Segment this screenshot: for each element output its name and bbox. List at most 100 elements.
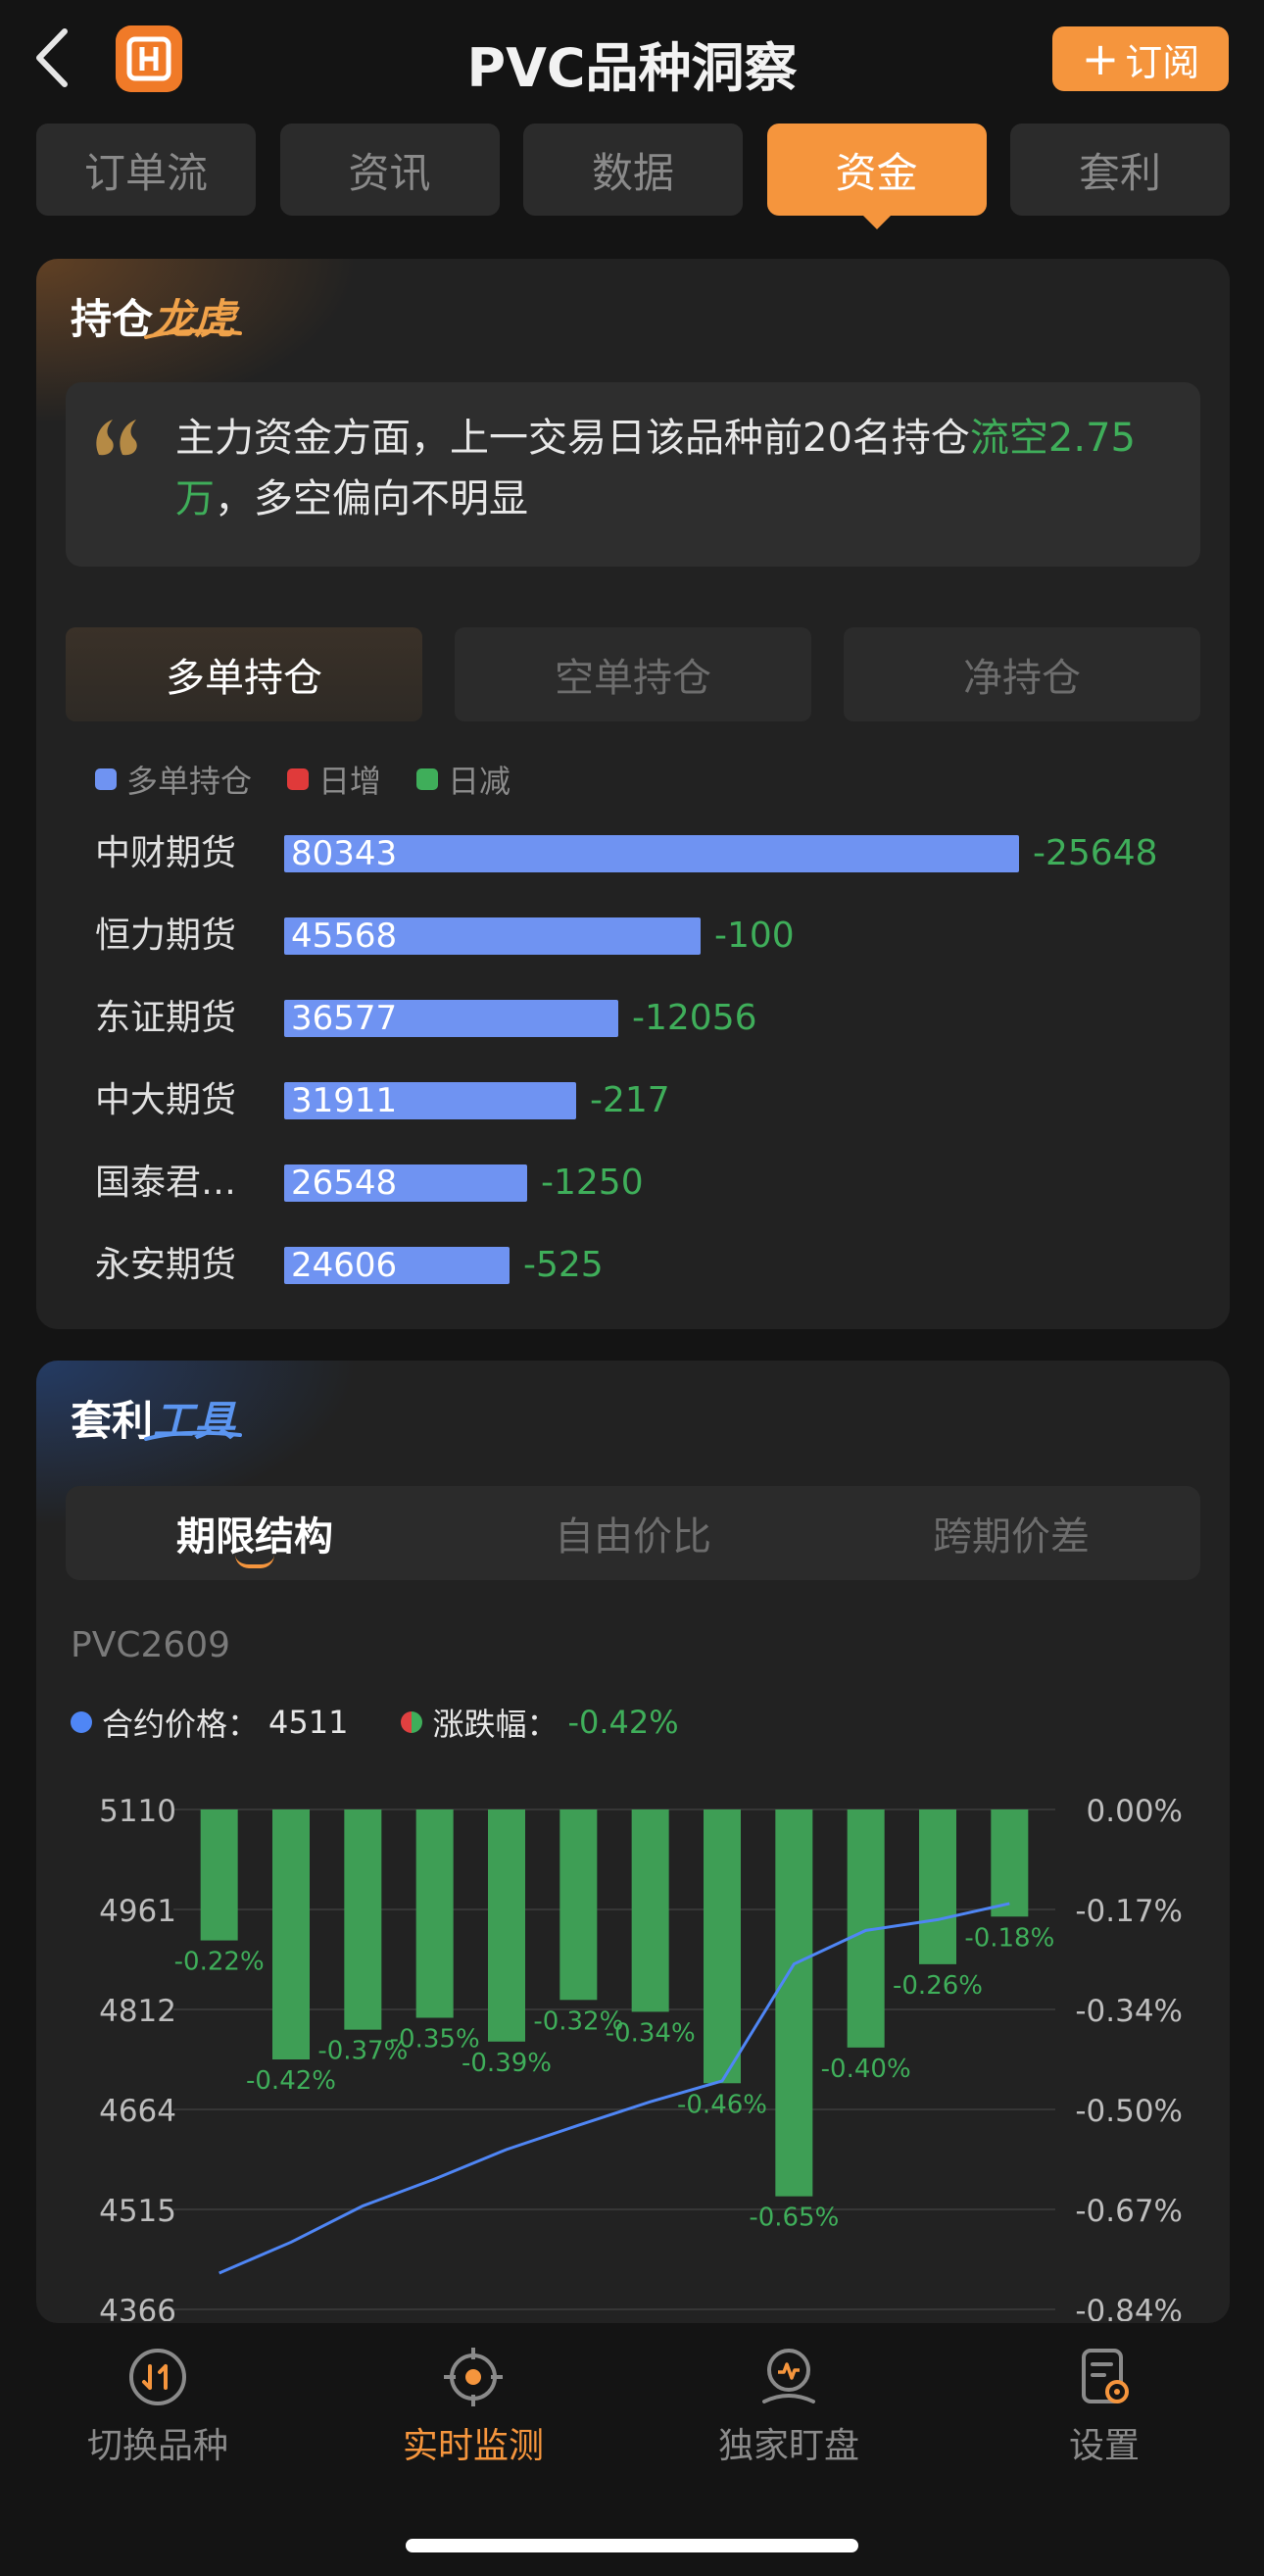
y-right-tick: -0.67% (1075, 2194, 1183, 2229)
position-subtabs: 多单持仓 空单持仓 净持仓 (66, 627, 1200, 721)
broker-name: 国泰君… (95, 1163, 237, 1203)
subscribe-button[interactable]: + 订阅 (1052, 26, 1229, 91)
fund-summary-box: 主力资金方面，上一交易日该品种前20名持仓流空2.75万，多空偏向不明显 (66, 382, 1200, 567)
position-row: 中财期货 80343 -25648 (95, 829, 1212, 878)
y-left-tick: 4366 (99, 2294, 176, 2321)
nav-settings[interactable]: 设置 (947, 2333, 1262, 2490)
term-bar (415, 1809, 454, 2018)
monitor-icon (762, 2349, 815, 2403)
nav-exclusive-watch[interactable]: 独家盯盘 (631, 2333, 947, 2490)
nav-switch-product[interactable]: 切换品种 (0, 2333, 316, 2490)
change-value: -0.42% (567, 1704, 679, 1741)
term-bar (559, 1809, 598, 2001)
subtab-long-positions[interactable]: 多单持仓 (66, 627, 422, 721)
quote-icon (96, 420, 137, 456)
position-value: 24606 (291, 1246, 398, 1285)
position-value: 80343 (291, 834, 398, 873)
subscribe-label: 订阅 (1125, 40, 1200, 84)
y-left-tick: 5110 (99, 1794, 176, 1829)
position-legend: 多单持仓 日增 日减 (95, 757, 510, 802)
y-right-tick: -0.50% (1075, 2094, 1183, 2129)
target-icon (444, 2348, 503, 2406)
tab-funds[interactable]: 资金 (766, 124, 987, 229)
chart-legend: 合约价格： 4511 涨跌幅： -0.42% (71, 1700, 679, 1745)
legend-decrease: 日减 (416, 757, 510, 802)
title-underline-swoosh-blue (144, 1430, 242, 1441)
legend-long: 多单持仓 (95, 757, 252, 802)
switch-icon (129, 2349, 186, 2405)
position-row: 中大期货 31911 -217 (95, 1076, 1212, 1125)
term-bar (919, 1809, 956, 1964)
term-bar (775, 1809, 813, 2197)
settings-icon (1082, 2349, 1129, 2403)
price-dot-icon (71, 1711, 92, 1733)
y-right-tick: -0.34% (1075, 1994, 1183, 2029)
broker-name: 永安期货 (95, 1245, 237, 1285)
position-change: -1250 (541, 1163, 644, 1203)
term-bar (704, 1809, 741, 2084)
bar-data-label: -0.42% (246, 2066, 336, 2096)
y-left-tick: 4812 (99, 1994, 176, 2029)
position-row: 永安期货 24606 -525 (95, 1241, 1212, 1290)
legend-increase: 日增 (287, 757, 381, 802)
y-right-tick: -0.84% (1075, 2294, 1183, 2321)
price-line (219, 1902, 1010, 2275)
position-change: -100 (714, 916, 795, 956)
tab-news[interactable]: 资讯 (279, 124, 500, 216)
position-change: -25648 (1033, 833, 1158, 873)
tab-data[interactable]: 数据 (523, 124, 743, 216)
y-left-tick: 4664 (99, 2094, 176, 2129)
positions-card: 持仓龙虎 主力资金方面，上一交易日该品种前20名持仓流空2.75万，多空偏向不明… (36, 259, 1230, 1329)
home-indicator[interactable] (406, 2539, 858, 2552)
tab-term-structure[interactable]: 期限结构 (66, 1486, 444, 1580)
tab-free-ratio[interactable]: 自由价比 (444, 1486, 822, 1580)
bar-data-label: -0.18% (964, 1923, 1054, 1953)
position-change: -217 (590, 1080, 670, 1120)
broker-name: 中财期货 (95, 833, 237, 873)
position-row: 东证期货 36577 -12056 (95, 994, 1212, 1043)
y-right-tick: 0.00% (1087, 1794, 1183, 1829)
position-row: 国泰君… 26548 -1250 (95, 1159, 1212, 1208)
y-left-tick: 4961 (99, 1894, 176, 1929)
term-bar (272, 1809, 310, 2059)
price-value: 4511 (268, 1704, 349, 1741)
contract-code: PVC2609 (71, 1625, 231, 1665)
term-bar (991, 1809, 1029, 1917)
term-bar (488, 1809, 525, 2042)
title-underline-swoosh (144, 328, 242, 339)
tab-calendar-spread[interactable]: 跨期价差 (822, 1486, 1200, 1580)
bar-data-label: -0.46% (677, 2090, 767, 2119)
arbitrage-card: 套利工具 期限结构 自由价比 跨期价差 PVC2609 合约价格： 4511 涨… (36, 1361, 1230, 2323)
bar-data-label: -0.39% (462, 2049, 552, 2078)
header: PVC品种洞察 + 订阅 (0, 0, 1264, 118)
position-value: 45568 (291, 916, 398, 956)
bottom-nav: 切换品种 实时监测 独家盯盘 设置 (0, 2333, 1264, 2490)
bar-data-label: -0.34% (606, 2018, 696, 2048)
nav-realtime-monitor[interactable]: 实时监测 (316, 2333, 631, 2490)
position-row: 恒力期货 45568 -100 (95, 912, 1212, 961)
change-label: 涨跌幅： (432, 1706, 559, 1743)
bar-data-label: -0.22% (174, 1948, 265, 1977)
bar-data-label: -0.40% (821, 2055, 911, 2084)
term-structure-chart: 5110 0.00% 4961 -0.17% 4812 -0.34% 4664 -0.50% 4… (99, 1794, 1183, 2321)
term-bar (344, 1809, 382, 2030)
tab-order-flow[interactable]: 订单流 (36, 124, 256, 216)
bar-data-label: -0.65% (749, 2204, 839, 2233)
subtab-short-positions[interactable]: 空单持仓 (455, 627, 811, 721)
tab-arbitrage[interactable]: 套利 (1010, 124, 1230, 216)
broker-name: 东证期货 (95, 998, 237, 1038)
position-value: 26548 (291, 1164, 398, 1203)
top-tabs: 订单流 资讯 数据 资金 套利 (36, 124, 1230, 229)
position-value: 31911 (291, 1081, 398, 1120)
term-bar (631, 1809, 669, 2012)
position-value: 36577 (291, 999, 398, 1038)
fund-summary-text: 主力资金方面，上一交易日该品种前20名持仓流空2.75万，多空偏向不明显 (175, 416, 1136, 521)
subtab-net-positions[interactable]: 净持仓 (844, 627, 1200, 721)
arbitrage-tabs: 期限结构 自由价比 跨期价差 (66, 1486, 1200, 1580)
position-change: -525 (523, 1245, 604, 1285)
bar-data-label: -0.26% (893, 1971, 983, 2001)
broker-name: 恒力期货 (95, 916, 237, 956)
term-bar (200, 1809, 238, 1941)
change-dot-icon (401, 1711, 423, 1733)
position-change: -12056 (632, 998, 757, 1038)
